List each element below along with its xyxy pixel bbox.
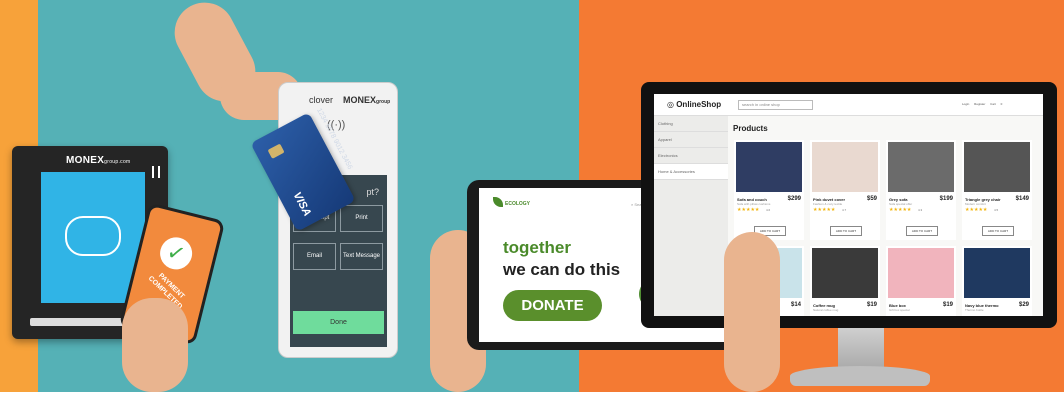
ecology-logo: ECOLOGY [505,201,531,207]
donate-button[interactable]: DONATE [503,290,602,321]
shop-header: ◎ OnlineShop search in online shop Login… [654,94,1043,116]
product-price: $14 [790,302,801,308]
card-chip [267,143,285,159]
product-price: $199 [939,196,953,202]
rating-stars: ★★★★★ [737,207,760,213]
product-image[interactable] [812,142,878,192]
desktop-monitor: ◎ OnlineShop search in online shop Login… [641,82,1057,328]
contactless-icon [65,216,121,256]
online-shop-page: ◎ OnlineShop search in online shop Login… [654,94,1043,316]
headline-line-2: we can do this [503,260,621,279]
bottom-strip [0,392,1064,397]
sidebar-item-home[interactable]: Home & Accessories [654,164,728,180]
product-price: $149 [1015,196,1029,202]
product-subtitle: Thermo bottle [965,308,984,312]
product-price: $299 [787,196,801,202]
product-price: $19 [942,302,953,308]
hand-holding-phone [122,298,188,392]
product-subtitle: Sofa special offer [889,202,913,206]
shop-logo[interactable]: ◎ OnlineShop [667,100,721,109]
product-subtitle: Modern comfort [965,202,987,206]
hand-right-tablet [724,232,780,392]
add-to-cart-button[interactable]: ADD TO CART [830,226,862,236]
add-to-cart-button[interactable]: ADD TO CART [906,226,938,236]
email-button[interactable]: Email [293,243,336,270]
product-card[interactable]: Triangle grey chair Modern comfort $149 ★★★… [962,140,1032,240]
product-card[interactable]: Blue box Gift box special $19 [886,246,956,316]
rating-value: 4.6 [766,208,771,212]
product-card[interactable]: Sofa and couch Sofa with pillow cushions $… [734,140,804,240]
rating-value: 4.7 [842,208,847,212]
clover-brand: clover [309,95,334,105]
product-subtitle: Sofa with pillow cushions [737,202,771,206]
text-message-button[interactable]: Text Message [340,243,383,270]
monex-brand: MONEXgroup [343,95,391,105]
product-price: $19 [866,302,877,308]
product-subtitle: Natural coffee mug [813,308,839,312]
product-image[interactable] [888,142,954,192]
rating-stars: ★★★★★ [889,207,912,213]
leaf-icon [493,197,503,207]
done-button[interactable]: Done [293,311,384,334]
product-card[interactable]: Navy blue thermo Thermo bottle $29 [962,246,1032,316]
rating-value: 4.3 [918,208,923,212]
headline-line-1: together [503,238,571,257]
header-account-links[interactable]: Login Register Cart 0 [962,102,1002,106]
sidebar-item-electronics[interactable]: Electronics [654,148,728,164]
product-subtitle: Gift box special [889,308,910,312]
products-title: Products [733,124,768,133]
monitor-stand [838,328,884,370]
receipt-prompt: pt? [366,187,379,197]
visa-logo: VISA [290,190,314,219]
product-card[interactable]: Coffee mug Natural coffee mug $19 [810,246,880,316]
product-image[interactable] [964,142,1030,192]
rating-stars: ★★★★★ [965,207,988,213]
sidebar-item-apparel[interactable]: Apparel [654,132,728,148]
rating-value: 4.5 [994,208,999,212]
product-subtitle: Fashion & cozy textile [813,202,843,206]
product-image[interactable] [964,248,1030,298]
product-price: $59 [866,196,877,202]
product-image[interactable] [812,248,878,298]
product-card[interactable]: Grey sofa Sofa special offer $199 ★★★★★ 4.3 A… [886,140,956,240]
sidebar-item-clothing[interactable]: Clothing [654,116,728,132]
checkmark-icon: ✓ [156,233,196,273]
print-button[interactable]: Print [340,205,383,232]
add-to-cart-button[interactable]: ADD TO CART [982,226,1014,236]
shop-search-input[interactable]: search in online shop [738,100,813,110]
product-image[interactable] [736,142,802,192]
rating-stars: ★★★★★ [813,207,836,213]
product-image[interactable] [888,248,954,298]
product-card[interactable]: Pink duvet cover Fashion & cozy textile $5… [810,140,880,240]
pause-icon [152,166,160,178]
terminal-brand: MONEXgroup.com [66,155,131,166]
monitor-base [790,366,930,386]
product-price: $29 [1018,302,1029,308]
category-sidebar: Clothing Apparel Electronics Home & Acce… [654,116,728,316]
